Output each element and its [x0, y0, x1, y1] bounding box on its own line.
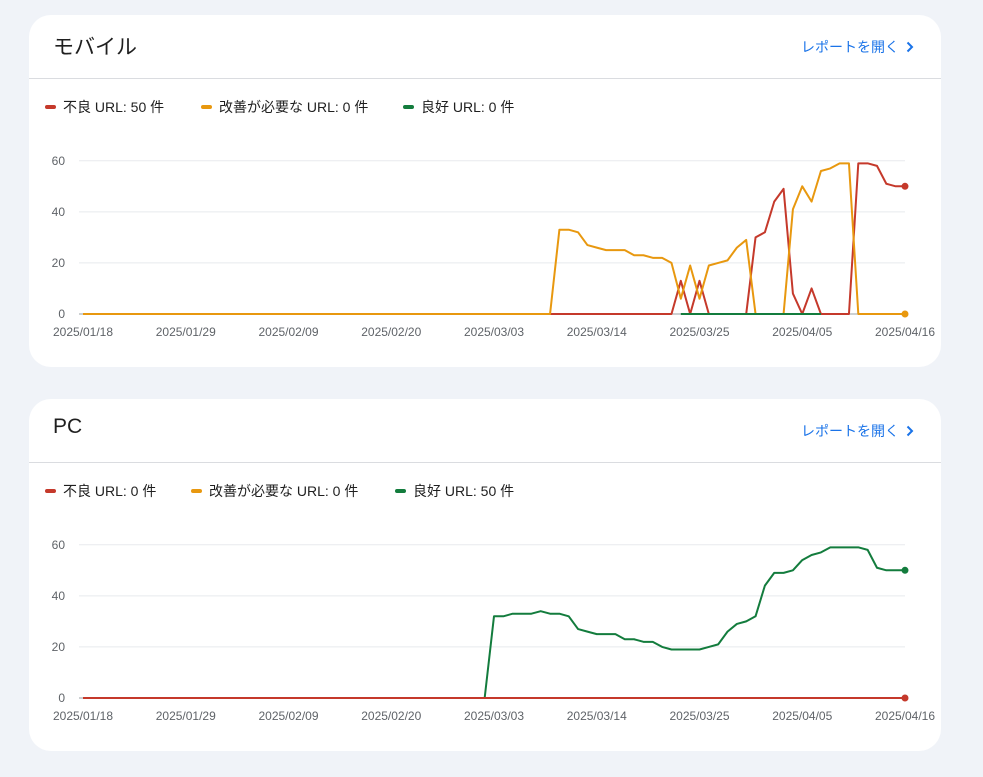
series-line — [83, 162, 905, 315]
x-tick-label: 2025/02/09 — [258, 325, 318, 339]
x-tick-label: 2025/03/14 — [567, 325, 627, 339]
x-tick-label: 2025/03/25 — [669, 325, 729, 339]
card-title: PC — [53, 415, 83, 438]
open-report-label: レポートを開く — [801, 39, 899, 55]
legend-item-bad[interactable]: 不良 URL: 50 件 — [45, 97, 201, 117]
open-report-link[interactable]: レポートを開く — [801, 421, 915, 441]
series-end-point — [901, 566, 909, 574]
legend-swatch — [201, 105, 212, 109]
legend-item-needs-improvement[interactable]: 改善が必要な URL: 0 件 — [201, 97, 403, 117]
legend-swatch — [45, 489, 56, 493]
legend-swatch — [395, 489, 406, 493]
x-tick-label: 2025/03/03 — [464, 709, 524, 723]
x-tick-label: 2025/03/25 — [669, 709, 729, 723]
legend-item-good[interactable]: 良好 URL: 50 件 — [395, 481, 514, 501]
legend-item-needs-improvement[interactable]: 改善が必要な URL: 0 件 — [191, 481, 395, 501]
y-tick-label: 60 — [52, 154, 66, 168]
pc-line-chart: 0 20 40 60 2025/01/18 2025/01/29 2025/02/09 202… — [52, 538, 936, 723]
legend-label: 不良 URL: 0 件 — [63, 483, 157, 499]
x-tick-label: 2025/04/05 — [772, 709, 832, 723]
series-end-point — [901, 310, 909, 318]
card-title: モバイル — [53, 36, 137, 59]
mobile-report-card: モバイル レポートを開く 不良 URL: 50 件 改善が必要な URL: 0 … — [29, 15, 941, 367]
x-tick-label: 2025/02/20 — [361, 709, 421, 723]
legend-item-good[interactable]: 良好 URL: 0 件 — [403, 97, 514, 117]
series-end-point — [901, 182, 909, 190]
legend-label: 良好 URL: 50 件 — [413, 483, 515, 499]
x-tick-label: 2025/02/20 — [361, 325, 421, 339]
y-tick-label: 60 — [52, 538, 66, 552]
legend-swatch — [191, 489, 202, 493]
pc-report-card: PC レポートを開く 不良 URL: 0 件 改善が必要な URL: 0 件 良… — [29, 399, 941, 751]
y-tick-label: 0 — [58, 691, 65, 705]
legend-label: 改善が必要な URL: 0 件 — [209, 483, 359, 499]
legend-label: 良好 URL: 0 件 — [421, 99, 515, 115]
y-tick-label: 40 — [52, 205, 66, 219]
x-tick-label: 2025/02/09 — [258, 709, 318, 723]
x-tick-label: 2025/04/16 — [875, 325, 935, 339]
legend-item-bad[interactable]: 不良 URL: 0 件 — [45, 481, 191, 501]
chart-legend: 不良 URL: 0 件 改善が必要な URL: 0 件 良好 URL: 50 件 — [45, 481, 514, 501]
y-tick-label: 40 — [52, 589, 66, 603]
legend-label: 不良 URL: 50 件 — [63, 99, 165, 115]
series-end-point — [901, 694, 909, 702]
open-report-link[interactable]: レポートを開く — [801, 37, 915, 57]
series-line — [83, 546, 905, 699]
y-tick-label: 20 — [52, 256, 66, 270]
x-tick-label: 2025/04/16 — [875, 709, 935, 723]
chevron-right-icon — [906, 41, 914, 53]
x-tick-label: 2025/03/03 — [464, 325, 524, 339]
y-tick-label: 20 — [52, 640, 66, 654]
divider — [29, 78, 941, 79]
x-tick-label: 2025/04/05 — [772, 325, 832, 339]
legend-swatch — [45, 105, 56, 109]
x-tick-label: 2025/03/14 — [567, 709, 627, 723]
series-line — [83, 162, 905, 315]
x-tick-label: 2025/01/29 — [156, 325, 216, 339]
chart-legend: 不良 URL: 50 件 改善が必要な URL: 0 件 良好 URL: 0 件 — [45, 97, 514, 117]
x-tick-label: 2025/01/18 — [53, 709, 113, 723]
mobile-line-chart: 0 20 40 60 2025/01/18 2025/01/29 2025/02/09 202… — [52, 154, 936, 339]
divider — [29, 462, 941, 463]
legend-swatch — [403, 105, 414, 109]
y-tick-label: 0 — [58, 307, 65, 321]
chevron-right-icon — [906, 425, 914, 437]
x-tick-label: 2025/01/18 — [53, 325, 113, 339]
legend-label: 改善が必要な URL: 0 件 — [219, 99, 369, 115]
open-report-label: レポートを開く — [801, 423, 899, 439]
x-tick-label: 2025/01/29 — [156, 709, 216, 723]
